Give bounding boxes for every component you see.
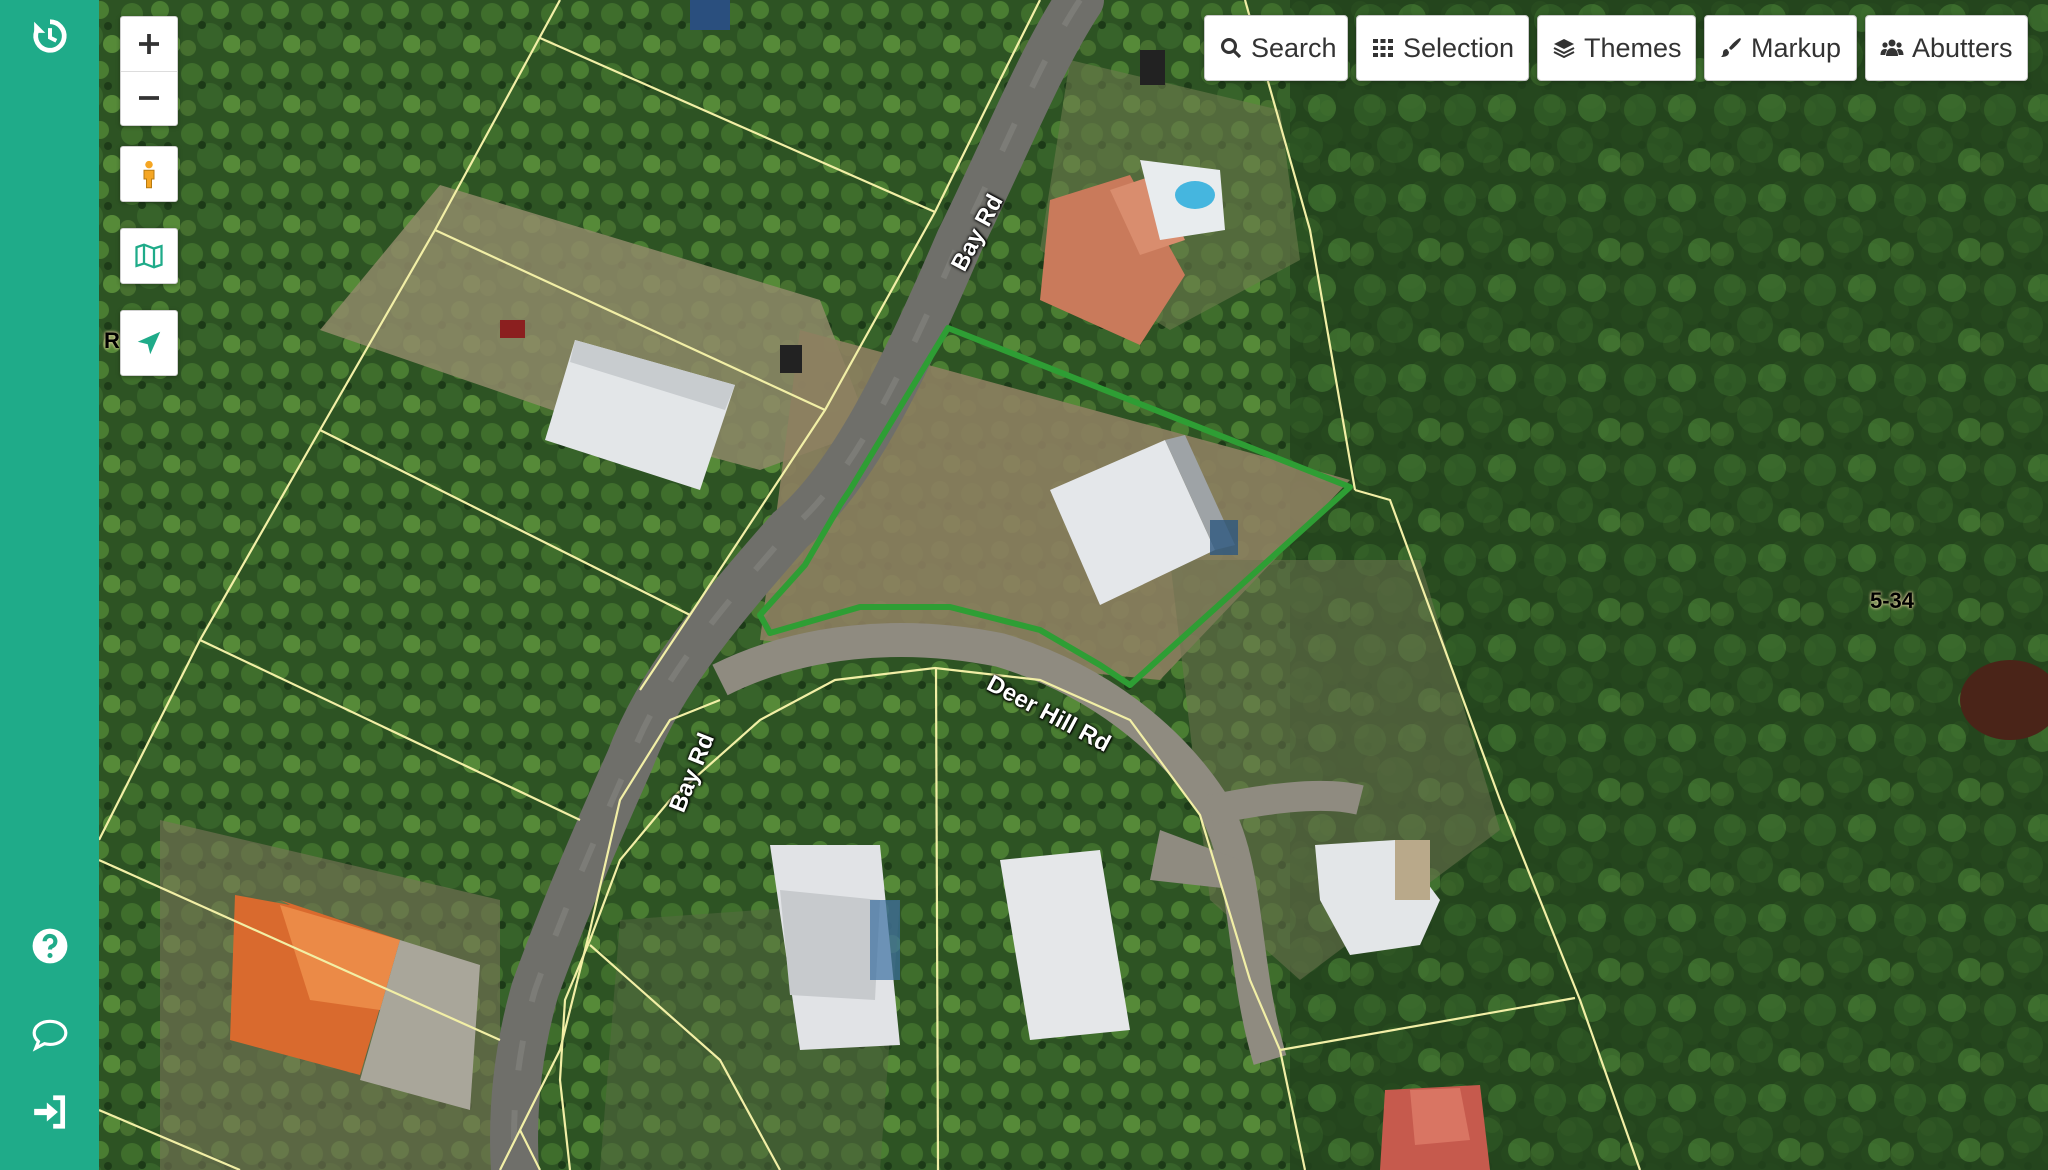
markup-label: Markup [1751, 32, 1842, 63]
plus-icon [139, 34, 159, 54]
map-canvas[interactable]: Bay Rd Bay Rd Deer Hill Rd 5-34 R [99, 0, 2048, 1170]
help-icon[interactable] [24, 920, 76, 972]
minus-icon [139, 96, 159, 100]
paint-brush-icon [1721, 38, 1741, 57]
users-icon [1880, 39, 1904, 56]
abutters-button[interactable]: Abutters [1865, 15, 2028, 81]
search-button[interactable]: Search [1204, 15, 1348, 81]
search-label: Search [1251, 32, 1337, 63]
sidebar [0, 0, 99, 1170]
comment-icon[interactable] [24, 1008, 76, 1060]
map-icon [135, 243, 163, 269]
selection-label: Selection [1403, 32, 1515, 63]
themes-label: Themes [1584, 32, 1682, 63]
parcel-label-edge: R [104, 328, 120, 353]
zoom-control [120, 16, 178, 126]
grid-icon [1373, 39, 1393, 57]
sign-in-icon[interactable] [24, 1086, 76, 1138]
locate-button[interactable] [120, 310, 178, 376]
themes-button[interactable]: Themes [1537, 15, 1696, 81]
search-icon [1221, 38, 1242, 59]
abutters-label: Abutters [1912, 32, 2013, 63]
selection-button[interactable]: Selection [1356, 15, 1529, 81]
parcel-label-5-34: 5-34 [1870, 588, 1915, 613]
street-view-button[interactable] [120, 146, 178, 202]
zoom-out-button[interactable] [121, 70, 177, 125]
aerial-imagery [99, 0, 2048, 1170]
markup-button[interactable]: Markup [1704, 15, 1857, 81]
pegman-icon [143, 160, 155, 189]
history-icon[interactable] [24, 10, 76, 62]
layers-icon [1553, 39, 1575, 59]
basemap-button[interactable] [120, 228, 178, 284]
zoom-in-button[interactable] [121, 18, 177, 71]
location-arrow-icon [137, 331, 161, 355]
